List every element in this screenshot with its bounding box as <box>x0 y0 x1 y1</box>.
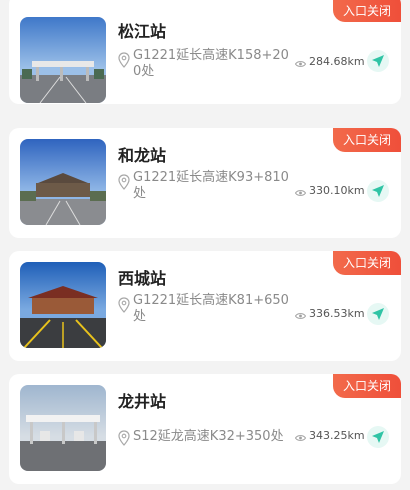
distance-info: 284.68km <box>294 55 365 68</box>
station-address: S12延龙高速K32+350处 <box>133 429 284 444</box>
status-badge: 入口关闭 <box>333 0 401 22</box>
navigate-button[interactable] <box>367 50 389 72</box>
navigate-arrow-icon <box>372 431 384 443</box>
status-badge: 入口关闭 <box>333 251 401 275</box>
status-badge: 入口关闭 <box>333 374 401 398</box>
distance-value: 343.25km <box>309 429 365 442</box>
distance-info: 336.53km <box>294 307 365 320</box>
station-card[interactable]: 松江站 G1221延长高速K158+200处 284.68km 入口关闭 <box>9 0 401 104</box>
eye-icon <box>294 187 307 196</box>
eye-icon <box>294 58 307 67</box>
station-name: 和龙站 <box>118 146 167 165</box>
eye-icon <box>294 432 307 441</box>
distance-info: 343.25km <box>294 429 365 442</box>
location-pin-icon <box>118 174 130 190</box>
station-photo <box>20 262 106 348</box>
distance-value: 330.10km <box>309 184 365 197</box>
navigate-button[interactable] <box>367 180 389 202</box>
station-name: 松江站 <box>118 22 167 41</box>
distance-value: 284.68km <box>309 55 365 68</box>
navigate-arrow-icon <box>372 308 384 320</box>
station-photo <box>20 385 106 471</box>
distance-info: 330.10km <box>294 184 365 197</box>
station-address: G1221延长高速K93+810处 <box>133 170 289 201</box>
navigate-arrow-icon <box>372 185 384 197</box>
status-badge: 入口关闭 <box>333 128 401 152</box>
station-card[interactable]: 西城站 G1221延长高速K81+650处 336.53km 入口关闭 <box>9 251 401 361</box>
station-address: G1221延长高速K81+650处 <box>133 293 289 324</box>
station-address: G1221延长高速K158+200处 <box>133 48 289 79</box>
navigate-arrow-icon <box>372 55 384 67</box>
station-name: 西城站 <box>118 269 167 288</box>
station-photo <box>20 139 106 225</box>
location-pin-icon <box>118 297 130 313</box>
location-pin-icon <box>118 52 130 68</box>
station-card[interactable]: 和龙站 G1221延长高速K93+810处 330.10km 入口关闭 <box>9 128 401 238</box>
navigate-button[interactable] <box>367 303 389 325</box>
station-photo <box>20 17 106 103</box>
location-pin-icon <box>118 430 130 446</box>
station-name: 龙井站 <box>118 392 167 411</box>
navigate-button[interactable] <box>367 426 389 448</box>
station-card[interactable]: 龙井站 S12延龙高速K32+350处 343.25km 入口关闭 <box>9 374 401 484</box>
distance-value: 336.53km <box>309 307 365 320</box>
station-list: 松江站 G1221延长高速K158+200处 284.68km 入口关闭 和龙站… <box>0 0 410 490</box>
eye-icon <box>294 310 307 319</box>
